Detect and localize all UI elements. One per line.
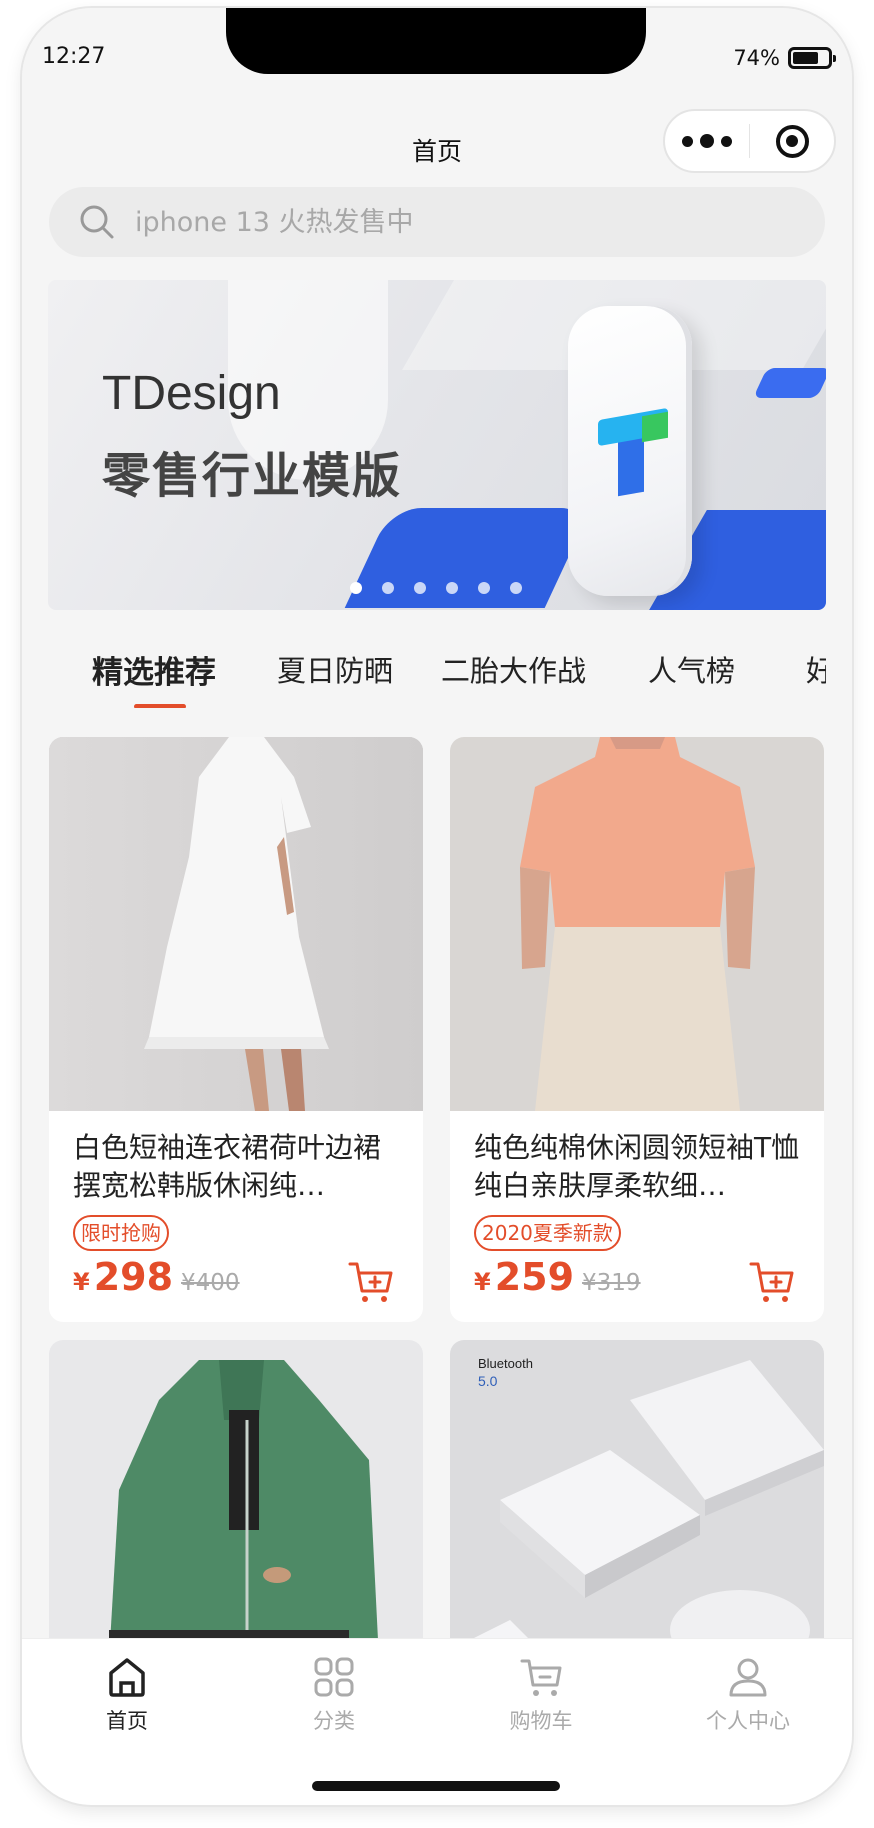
product-original-price: ¥400 xyxy=(181,1270,240,1296)
bluetooth-label: Bluetooth xyxy=(478,1356,533,1371)
target-icon[interactable] xyxy=(750,124,834,158)
promo-banner[interactable]: TDesign 零售行业模版 xyxy=(48,280,826,610)
tab-summer-sunscreen[interactable]: 夏日防晒 xyxy=(277,648,393,690)
add-to-cart-icon[interactable] xyxy=(347,1259,395,1305)
product-title[interactable]: 白色短袖连衣裙荷叶边裙摆宽松韩版休闲纯… xyxy=(73,1129,399,1205)
search-icon xyxy=(80,205,114,239)
product-tag: 限时抢购 xyxy=(73,1215,169,1251)
product-image[interactable]: Bluetooth 5.0 xyxy=(450,1340,824,1660)
product-price: 298 xyxy=(93,1255,174,1299)
add-to-cart-icon[interactable] xyxy=(748,1259,796,1305)
tdesign-logo-icon xyxy=(598,407,668,497)
product-card[interactable] xyxy=(49,1340,423,1660)
banner-dot[interactable] xyxy=(414,582,426,594)
banner-pagination xyxy=(350,582,522,594)
product-card[interactable]: 纯色纯棉休闲圆领短袖T恤纯白亲肤厚柔软细… 2020夏季新款 ¥ 259 ¥31… xyxy=(450,737,824,1322)
status-battery: 74% xyxy=(733,46,836,70)
bottom-tabbar: 首页 分类 购物车 个人中心 xyxy=(22,1638,852,1805)
status-time: 12:27 xyxy=(42,44,106,69)
product-image[interactable] xyxy=(49,737,423,1111)
tab-second-child[interactable]: 二胎大作战 xyxy=(441,648,586,690)
bluetooth-version: 5.0 xyxy=(478,1373,498,1389)
currency-symbol: ¥ xyxy=(474,1268,491,1296)
banner-subtitle: 零售行业模版 xyxy=(102,448,403,504)
tabbar-label: 个人中心 xyxy=(706,1709,790,1733)
banner-dot[interactable] xyxy=(382,582,394,594)
home-indicator xyxy=(312,1781,560,1791)
product-tag: 2020夏季新款 xyxy=(474,1215,621,1251)
tabbar-category[interactable]: 分类 xyxy=(274,1655,394,1735)
tabbar-home[interactable]: 首页 xyxy=(67,1655,187,1735)
tab-featured[interactable]: 精选推荐 xyxy=(92,647,216,692)
mini-program-capsule xyxy=(663,109,836,173)
search-input[interactable] xyxy=(135,206,735,238)
battery-icon xyxy=(788,47,836,69)
product-card[interactable]: 白色短袖连衣裙荷叶边裙摆宽松韩版休闲纯… 限时抢购 ¥ 298 ¥400 xyxy=(49,737,423,1322)
cart-icon xyxy=(520,1659,562,1696)
product-title[interactable]: 纯色纯棉休闲圆领短袖T恤纯白亲肤厚柔软细… xyxy=(474,1129,800,1205)
tabbar-label: 分类 xyxy=(313,1709,355,1733)
home-icon xyxy=(109,1658,145,1697)
product-original-price: ¥319 xyxy=(582,1270,641,1296)
search-bar[interactable] xyxy=(49,187,825,257)
tabbar-label: 购物车 xyxy=(509,1709,573,1733)
tab-active-indicator xyxy=(134,704,186,708)
tabbar-profile[interactable]: 个人中心 xyxy=(688,1655,808,1735)
category-grid-icon xyxy=(314,1657,354,1697)
notch xyxy=(226,8,646,74)
tab-popular[interactable]: 人气榜 xyxy=(648,648,735,690)
product-image[interactable] xyxy=(49,1340,423,1660)
banner-dot[interactable] xyxy=(446,582,458,594)
battery-percent: 74% xyxy=(733,46,780,70)
product-price: 259 xyxy=(494,1255,575,1299)
tab-more[interactable]: 好 xyxy=(806,648,826,690)
category-tabs: 精选推荐 夏日防晒 二胎大作战 人气榜 好 xyxy=(48,628,826,708)
product-image[interactable] xyxy=(450,737,824,1111)
currency-symbol: ¥ xyxy=(73,1268,90,1296)
tabbar-label: 首页 xyxy=(106,1709,148,1733)
more-dots-icon[interactable] xyxy=(665,134,749,148)
banner-dot[interactable] xyxy=(510,582,522,594)
tdesign-logo-card xyxy=(568,306,692,596)
tabbar-cart[interactable]: 购物车 xyxy=(481,1655,601,1735)
banner-dot[interactable] xyxy=(350,582,362,594)
banner-title: TDesign xyxy=(102,367,281,420)
phone-frame: 12:27 74% 首页 TDesign 零售行业模版 xyxy=(22,8,852,1805)
banner-dot[interactable] xyxy=(478,582,490,594)
product-card[interactable]: Bluetooth 5.0 xyxy=(450,1340,824,1660)
user-icon xyxy=(729,1658,767,1697)
